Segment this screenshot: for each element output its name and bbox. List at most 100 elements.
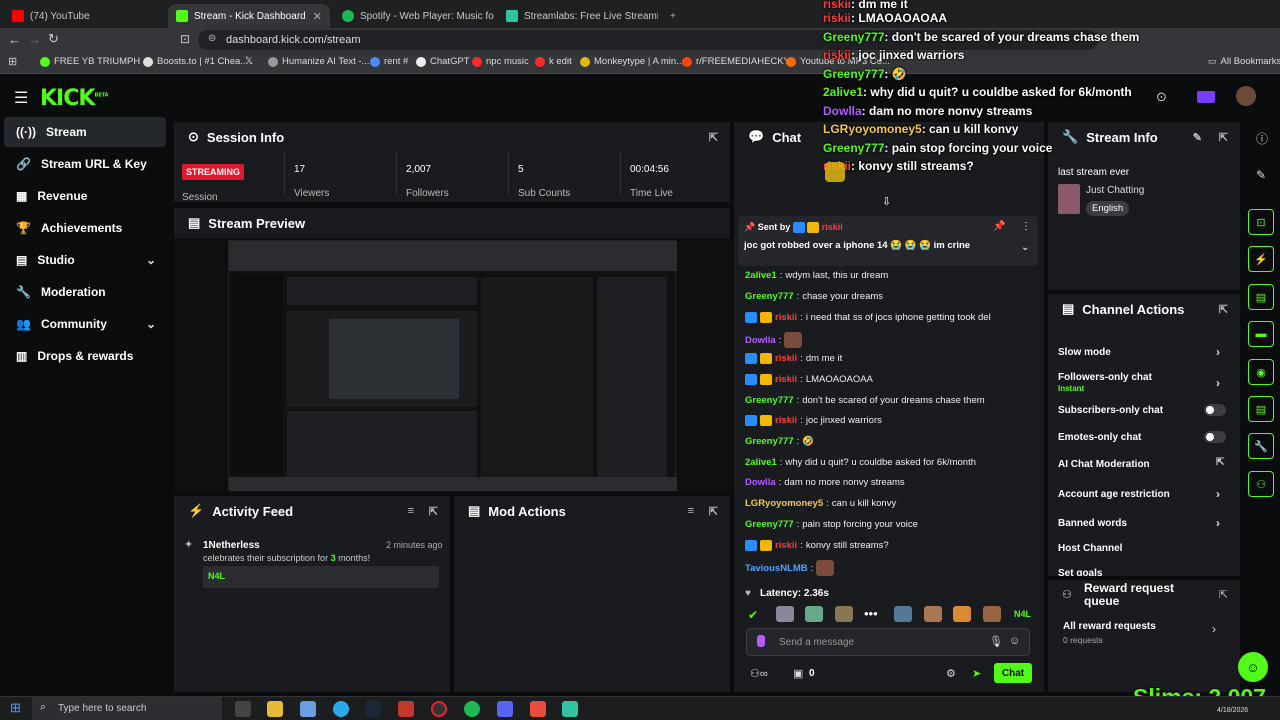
emoji-icon[interactable]: ☺ bbox=[1009, 635, 1020, 647]
taskbar-search[interactable]: ⌕ Type here to search bbox=[32, 697, 222, 720]
kick-logo[interactable]: KICKBETA bbox=[40, 86, 109, 111]
sidebar-item-revenue[interactable]: ▦ Revenue bbox=[4, 181, 166, 211]
ai-chat-moderation-item[interactable]: AI Chat Moderation ⇱ bbox=[1058, 457, 1224, 470]
popout-icon[interactable]: ⇱ bbox=[709, 505, 718, 518]
send-arrow-icon[interactable]: ➤ bbox=[972, 667, 981, 680]
activity-user[interactable]: 1Netherless bbox=[203, 540, 260, 551]
chat-username[interactable]: riskii bbox=[775, 540, 797, 551]
emote[interactable] bbox=[776, 606, 794, 622]
edit-icon[interactable]: ✎ bbox=[1193, 131, 1202, 144]
account-age-item[interactable]: Account age restriction › bbox=[1058, 487, 1220, 501]
help-icon[interactable]: ⊙ bbox=[1156, 89, 1167, 105]
popout-icon[interactable]: ⇱ bbox=[1219, 588, 1228, 601]
avatar[interactable] bbox=[1236, 86, 1256, 106]
chat-username[interactable]: LGRyoyomoney5 bbox=[745, 498, 823, 509]
site-info-icon[interactable]: ⊜ bbox=[208, 33, 216, 44]
emotes-only-toggle[interactable] bbox=[1204, 431, 1226, 443]
chat-username[interactable]: Greeny777 bbox=[745, 395, 794, 406]
stream-preview-video[interactable] bbox=[228, 240, 677, 491]
sidebar-item-moderation[interactable]: 🔧 Moderation bbox=[4, 277, 166, 307]
tab-streamlabs[interactable]: Streamlabs: Free Live Streaming & Re bbox=[498, 4, 658, 28]
pin-icon[interactable]: 📌 bbox=[993, 221, 1005, 232]
obs-icon[interactable] bbox=[431, 701, 447, 717]
emote[interactable] bbox=[805, 606, 823, 622]
bookmark-item[interactable]: k edit bbox=[535, 56, 572, 67]
chat-username[interactable]: Greeny777 bbox=[745, 519, 794, 530]
chat-username[interactable]: Greeny777 bbox=[745, 436, 794, 447]
info-icon[interactable]: ⓘ bbox=[1256, 130, 1268, 147]
popout-icon[interactable]: ⇱ bbox=[429, 505, 438, 518]
chat-send-button[interactable]: Chat bbox=[994, 663, 1032, 683]
windows-start-icon[interactable]: ⊞ bbox=[10, 700, 21, 716]
wallet-icon[interactable] bbox=[1197, 91, 1215, 103]
menu-icon[interactable]: ☰ bbox=[14, 88, 28, 108]
bookmark-item[interactable]: FREE YB TRIUMPH -... bbox=[40, 56, 154, 67]
back-icon[interactable]: ← bbox=[8, 32, 21, 47]
more-emotes-icon[interactable]: ••• bbox=[864, 606, 878, 621]
chat-username[interactable]: riskii bbox=[775, 374, 797, 385]
telegram-icon[interactable] bbox=[333, 701, 349, 717]
rail-button-chat[interactable]: ▬ bbox=[1248, 321, 1274, 347]
support-chat-button[interactable]: ☺ bbox=[1238, 652, 1268, 682]
task-view-icon[interactable] bbox=[235, 701, 251, 717]
more-icon[interactable]: ⋮ bbox=[1021, 221, 1031, 232]
streamlabs-icon[interactable] bbox=[562, 701, 578, 717]
rail-button-wrench[interactable]: 🔧 bbox=[1248, 433, 1274, 459]
settings-icon[interactable]: ⚙ bbox=[946, 667, 956, 680]
popout-icon[interactable]: ⇱ bbox=[1219, 131, 1228, 144]
voice-icon[interactable]: 🎙 bbox=[989, 635, 1003, 648]
pinned-message[interactable]: 📌 Sent by riskii joc got robbed over a i… bbox=[738, 216, 1038, 266]
set-goals-item[interactable]: Set goals bbox=[1058, 568, 1102, 576]
app-icon[interactable] bbox=[530, 701, 546, 717]
steam-icon[interactable] bbox=[365, 701, 381, 717]
emote[interactable] bbox=[983, 606, 1001, 622]
sidebar-item-stream-url-key[interactable]: 🔗 Stream URL & Key bbox=[4, 149, 166, 179]
forward-icon[interactable]: → bbox=[28, 32, 41, 47]
reload-icon[interactable]: ↻ bbox=[48, 31, 59, 47]
spotify-icon[interactable] bbox=[464, 701, 480, 717]
followers-only-item[interactable]: Followers-only chat › Instant bbox=[1058, 372, 1220, 394]
sidebar-item-drops-rewards[interactable]: ▥ Drops & rewards bbox=[4, 341, 166, 371]
chat-username[interactable]: Greeny777 bbox=[745, 291, 794, 302]
bookmark-item[interactable]: rent # bbox=[370, 56, 408, 67]
chat-input[interactable]: Send a message 🎙 ☺ bbox=[746, 628, 1030, 656]
bookmark-item[interactable]: 𝕏 bbox=[245, 56, 253, 67]
chevron-down-icon[interactable]: ⌄ bbox=[1021, 242, 1029, 253]
bookmark-icon[interactable]: ⊡ bbox=[180, 32, 190, 46]
discord-icon[interactable] bbox=[497, 701, 513, 717]
bookmark-item[interactable]: npc music bbox=[472, 56, 529, 67]
subscribers-only-toggle[interactable] bbox=[1204, 404, 1226, 416]
scroll-down-icon[interactable]: ⇩ bbox=[882, 195, 891, 208]
emote[interactable] bbox=[924, 606, 942, 622]
bookmark-item[interactable]: Monkeytype | A min... bbox=[580, 56, 684, 67]
rail-button-doc[interactable]: ▤ bbox=[1248, 284, 1274, 310]
host-channel-item[interactable]: Host Channel bbox=[1058, 543, 1122, 554]
slow-mode-item[interactable]: Slow mode › bbox=[1058, 345, 1220, 359]
link-icon[interactable]: ⚇∞ bbox=[750, 667, 768, 680]
chat-username[interactable]: riskii bbox=[775, 415, 797, 426]
file-explorer-icon[interactable] bbox=[267, 701, 283, 717]
chat-username[interactable]: riskii bbox=[775, 312, 797, 323]
all-reward-requests-item[interactable]: All reward requests 0 requests › bbox=[1062, 620, 1228, 650]
filter-icon[interactable]: ≡ bbox=[408, 505, 414, 517]
chat-username[interactable]: Dowlla bbox=[745, 477, 776, 488]
chat-username[interactable]: riskii bbox=[775, 353, 797, 364]
chat-username[interactable]: 2alive1 bbox=[745, 270, 777, 281]
bookmark-item[interactable]: r/FREEMEDIAHECKY... bbox=[682, 56, 797, 67]
banned-words-item[interactable]: Banned words › bbox=[1058, 516, 1220, 530]
sidebar-item-studio[interactable]: ▤ Studio ⌄ bbox=[4, 245, 166, 275]
all-bookmarks[interactable]: ▭ All Bookmarks bbox=[1208, 56, 1280, 67]
close-icon[interactable]: ✕ bbox=[313, 10, 322, 23]
bookmark-item[interactable]: ChatGPT bbox=[416, 56, 470, 67]
chat-username[interactable]: Dowlla bbox=[745, 335, 776, 346]
bookmark-item[interactable]: Boosts.to | #1 Chea... bbox=[143, 56, 248, 67]
check-icon[interactable]: ✔ bbox=[748, 608, 758, 622]
emote[interactable] bbox=[894, 606, 912, 622]
tab-spotify[interactable]: Spotify - Web Player: Music for every bbox=[334, 4, 494, 28]
new-tab-button[interactable]: + bbox=[662, 4, 682, 28]
rail-button-list[interactable]: ▤ bbox=[1248, 396, 1274, 422]
tab-youtube[interactable]: (74) YouTube bbox=[4, 4, 164, 28]
popout-icon[interactable]: ⇱ bbox=[1219, 303, 1228, 316]
rail-button-screen[interactable]: ⊡ bbox=[1248, 209, 1274, 235]
pencil-icon[interactable]: ✎ bbox=[1256, 168, 1266, 182]
